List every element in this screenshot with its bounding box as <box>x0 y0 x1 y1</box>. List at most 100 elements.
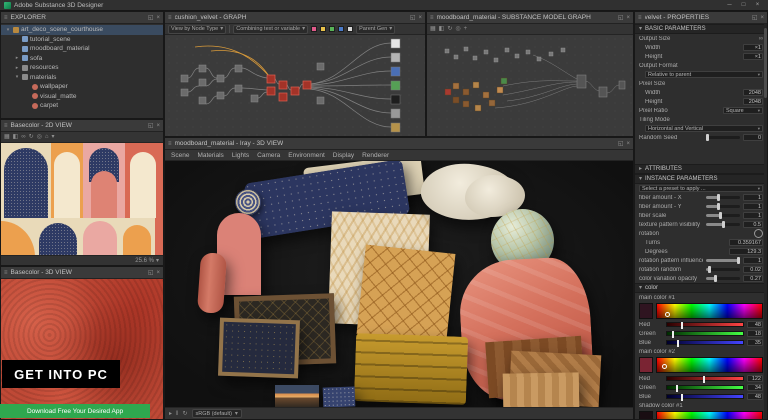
tree-item-material[interactable]: carpet <box>1 101 163 111</box>
close-panel-icon[interactable]: × <box>626 15 630 21</box>
close-panel-icon[interactable]: × <box>418 15 422 21</box>
zoom-level[interactable]: 25.6 % <box>135 258 154 264</box>
menu-camera[interactable]: Camera <box>257 152 280 159</box>
param-slider[interactable] <box>706 214 740 217</box>
float-panel-icon[interactable]: ◱ <box>148 123 154 129</box>
expand-icon[interactable]: ▸ <box>14 65 20 71</box>
pixel-height-field[interactable]: 2048 <box>743 98 763 105</box>
param-value[interactable]: 0.27 <box>743 275 763 282</box>
pixel-ratio-dropdown[interactable]: Square ▾ <box>723 107 763 114</box>
red-slider[interactable] <box>666 322 744 327</box>
graph2-header[interactable]: ≡ moodboard_material - SUBSTANCE MODEL G… <box>427 12 633 24</box>
properties-scrollbar[interactable] <box>764 24 767 419</box>
center-view-icon[interactable]: ◎ <box>37 134 42 140</box>
graph-nodes-right[interactable] <box>577 75 625 97</box>
close-panel-icon[interactable]: × <box>760 15 764 21</box>
graph1-header[interactable]: ≡ cushion_velvet - GRAPH ◱ × <box>165 12 425 24</box>
2d-texture-canvas[interactable] <box>1 143 163 255</box>
explorer-header[interactable]: ≡ EXPLORER ◱ × <box>1 12 163 24</box>
panel-menu-icon[interactable]: ≡ <box>168 141 172 147</box>
color-swatch[interactable] <box>639 411 653 419</box>
add-node-icon[interactable]: + <box>464 26 468 32</box>
red-value[interactable]: 48 <box>747 321 763 328</box>
rotation-turns-field[interactable]: 0.359167 <box>729 239 763 246</box>
param-slider[interactable] <box>706 196 740 199</box>
pause-icon[interactable]: ‖ <box>176 411 178 417</box>
link-icon[interactable]: ∞ <box>759 36 763 42</box>
color-swatch[interactable] <box>639 303 653 319</box>
graph2-viewport[interactable] <box>427 35 633 136</box>
green-slider[interactable] <box>666 331 744 336</box>
color-map[interactable] <box>656 411 763 419</box>
color-swatch[interactable] <box>639 357 653 373</box>
channel-chip-metallic[interactable] <box>329 26 335 32</box>
output-format-dropdown[interactable]: Relative to parent ▾ <box>645 71 763 78</box>
refresh-icon[interactable]: ↻ <box>29 134 34 140</box>
blue-slider[interactable] <box>666 340 744 345</box>
close-panel-icon[interactable]: × <box>156 270 160 276</box>
properties-header[interactable]: ≡ velvet - PROPERTIES ◱ × <box>635 12 767 24</box>
graph1-canvas[interactable] <box>165 35 425 136</box>
green-value[interactable]: 18 <box>747 330 763 337</box>
channel-chip-basecolor[interactable] <box>311 26 317 32</box>
tree-item-graph[interactable]: moodboard_material <box>1 44 163 54</box>
home-view-icon[interactable]: ⌂ <box>45 134 49 140</box>
section-instance-parameters[interactable]: ▾ INSTANCE PARAMETERS <box>635 174 767 184</box>
panel-menu-icon[interactable]: ≡ <box>4 270 8 276</box>
zoom-caret-icon[interactable]: ▾ <box>156 258 159 264</box>
param-slider[interactable] <box>706 205 740 208</box>
options-caret-icon[interactable]: ▾ <box>52 134 55 140</box>
close-button[interactable]: × <box>751 1 764 10</box>
panel-menu-icon[interactable]: ≡ <box>168 15 172 21</box>
menu-scene[interactable]: Scene <box>171 152 189 159</box>
param-value[interactable]: 1 <box>743 203 763 210</box>
random-seed-slider[interactable] <box>706 136 740 139</box>
panel-menu-icon[interactable]: ≡ <box>4 123 8 129</box>
tree-item-material[interactable]: wallpaper <box>1 82 163 92</box>
expand-icon[interactable]: ▾ <box>14 74 20 80</box>
graph-output-nodes[interactable] <box>391 39 400 132</box>
param-value[interactable]: 1 <box>743 194 763 201</box>
grid-icon[interactable]: ▦ <box>430 26 436 32</box>
section-attributes[interactable]: ▸ ATTRIBUTES <box>635 164 767 174</box>
channel-chip-normal[interactable] <box>338 26 344 32</box>
tree-item-folder[interactable]: ▸ resources <box>1 63 163 73</box>
3d-viewport[interactable] <box>165 161 633 407</box>
param-value[interactable]: 0.02 <box>743 266 763 273</box>
graph1-viewport[interactable] <box>165 35 425 136</box>
center-view-icon[interactable]: ◎ <box>455 26 460 32</box>
float-panel-icon[interactable]: ◱ <box>148 15 154 21</box>
param-slider[interactable] <box>706 259 740 262</box>
graph-nodes[interactable] <box>181 63 324 104</box>
param-value[interactable]: 0.5 <box>743 221 763 228</box>
random-seed-value[interactable]: 0 <box>743 134 763 141</box>
panel-menu-icon[interactable]: ≡ <box>638 15 642 21</box>
close-panel-icon[interactable]: × <box>156 123 160 129</box>
refresh-icon[interactable]: ↻ <box>183 411 188 417</box>
panel-menu-icon[interactable]: ≡ <box>4 15 8 21</box>
section-basic-parameters[interactable]: ▾ BASIC PARAMETERS <box>635 24 767 34</box>
graph-nodes-scatter[interactable] <box>445 47 565 62</box>
menu-environment[interactable]: Environment <box>288 152 325 159</box>
graph2-canvas[interactable] <box>427 35 633 136</box>
expand-icon[interactable]: ▸ <box>14 55 20 61</box>
pixel-width-field[interactable]: 2048 <box>743 89 763 96</box>
green-slider[interactable] <box>666 385 744 390</box>
close-panel-icon[interactable]: × <box>156 15 160 21</box>
close-panel-icon[interactable]: × <box>626 141 630 147</box>
refresh-icon[interactable]: ↻ <box>447 26 452 32</box>
tiling-icon[interactable]: ∞ <box>21 134 25 140</box>
red-value[interactable]: 122 <box>747 375 763 382</box>
tree-item-package[interactable]: ▾ art_deco_scene_courthouse <box>1 25 163 35</box>
combine-mode-dropdown[interactable]: Combining text or variable ▾ <box>233 25 308 34</box>
param-slider[interactable] <box>706 223 740 226</box>
split-view-icon[interactable]: ◧ <box>439 26 445 32</box>
tree-item-folder[interactable]: ▾ materials <box>1 73 163 83</box>
tiling-mode-dropdown[interactable]: Horizontal and Vertical ▾ <box>645 125 763 132</box>
green-value[interactable]: 34 <box>747 384 763 391</box>
param-slider[interactable] <box>706 268 740 271</box>
blue-slider[interactable] <box>666 394 744 399</box>
float-panel-icon[interactable]: ◱ <box>752 15 758 21</box>
rotation-dial[interactable] <box>754 229 763 238</box>
menu-lights[interactable]: Lights <box>232 152 249 159</box>
